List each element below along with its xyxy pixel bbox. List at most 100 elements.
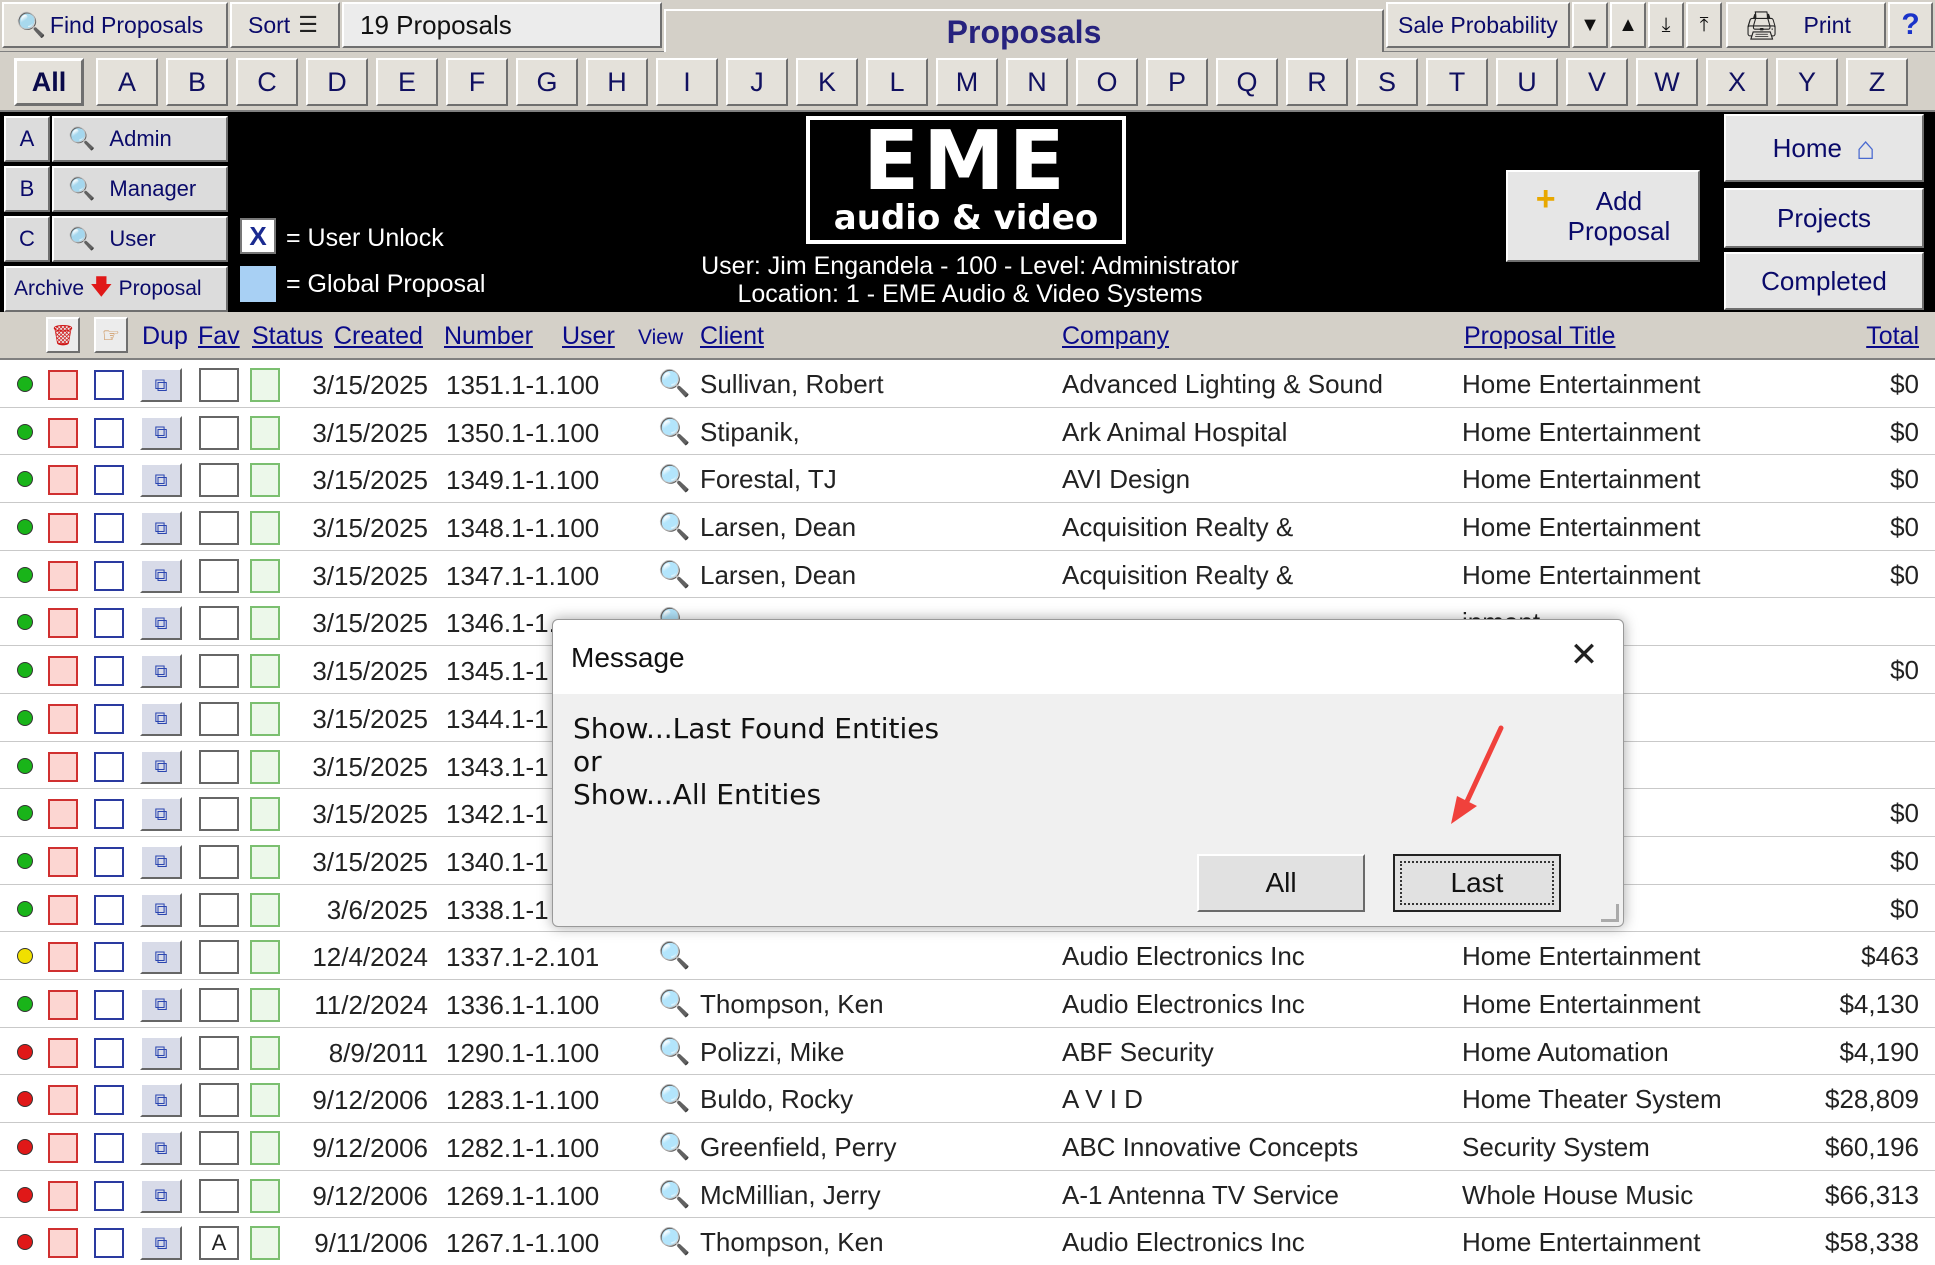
col-number[interactable]: Number [444,322,533,351]
letter-filter-z[interactable]: Z [1846,58,1908,106]
letter-filter-u[interactable]: U [1496,58,1558,106]
view-magnifier-icon[interactable]: 🔍 [658,511,690,542]
select-checkbox[interactable] [94,417,124,448]
favorite-box[interactable] [199,415,239,450]
delete-checkbox[interactable] [48,799,78,830]
favorite-box[interactable] [199,511,239,546]
view-magnifier-icon[interactable]: 🔍 [658,1083,690,1114]
status-box[interactable] [250,1083,280,1118]
sort-desc-button[interactable]: ▼ [1572,2,1608,48]
favorite-box[interactable]: A [199,1226,239,1261]
select-checkbox[interactable] [94,608,124,639]
delete-checkbox[interactable] [48,703,78,734]
duplicate-icon[interactable]: ⧉ [140,987,182,1022]
duplicate-icon[interactable]: ⧉ [140,415,182,450]
favorite-box[interactable] [199,654,239,689]
level-a-button[interactable]: A [4,116,50,162]
sort-asc-button[interactable]: ▲ [1610,2,1646,48]
select-checkbox[interactable] [94,465,124,496]
level-c-button[interactable]: C [4,216,50,262]
user-button[interactable]: 🔍 User [52,216,228,262]
select-checkbox[interactable] [94,560,124,591]
duplicate-icon[interactable]: ⧉ [140,701,182,736]
archive-proposal-button[interactable]: Archive 🡇 Proposal [4,266,228,312]
status-box[interactable] [250,844,280,879]
letter-filter-e[interactable]: E [376,58,438,106]
table-row[interactable]: ⧉ 3/15/2025 1347.1-1.100 🔍 Larsen, Dean Acqui… [0,551,1935,599]
table-row[interactable]: ⧉ 11/2/2024 1336.1-1.100 🔍 Thompson, Ken Audi… [0,980,1935,1028]
favorite-box[interactable] [199,558,239,593]
letter-filter-i[interactable]: I [656,58,718,106]
status-box[interactable] [250,368,280,402]
duplicate-icon[interactable]: ⧉ [140,749,182,784]
select-checkbox[interactable] [94,894,124,925]
status-box[interactable] [250,797,280,832]
delete-checkbox[interactable] [48,942,78,973]
duplicate-icon[interactable]: ⧉ [140,892,182,927]
move-top-button[interactable]: ⤒ [1686,2,1722,48]
select-checkbox[interactable] [94,989,124,1020]
delete-checkbox[interactable] [48,1133,78,1163]
select-checkbox[interactable] [94,1085,124,1116]
letter-filter-c[interactable]: C [236,58,298,106]
select-checkbox[interactable] [94,1037,124,1068]
resize-grip[interactable] [1601,904,1619,922]
favorite-box[interactable] [199,701,239,736]
table-row[interactable]: ⧉ 9/12/2006 1269.1-1.100 🔍 McMillian, Jerry A… [0,1171,1935,1219]
letter-filter-m[interactable]: M [936,58,998,106]
favorite-box[interactable] [199,1178,239,1213]
table-row[interactable]: ⧉ A 9/11/2006 1267.1-1.100 🔍 Thompson, Ken Aud… [0,1218,1935,1265]
table-row[interactable]: ⧉ 3/15/2025 1348.1-1.100 🔍 Larsen, Dean Acqui… [0,503,1935,551]
duplicate-icon[interactable]: ⧉ [140,940,182,975]
col-company[interactable]: Company [1062,322,1169,351]
select-checkbox[interactable] [94,846,124,877]
view-magnifier-icon[interactable]: 🔍 [658,368,690,399]
letter-filter-d[interactable]: D [306,58,368,106]
letter-filter-a[interactable]: A [96,58,158,106]
sort-button[interactable]: Sort ☰ [230,2,340,48]
duplicate-icon[interactable]: ⧉ [140,463,182,498]
select-checkbox[interactable] [94,942,124,973]
completed-button[interactable]: Completed [1724,252,1924,310]
delete-checkbox[interactable] [48,989,78,1020]
find-proposals-button[interactable]: 🔍 Find Proposals [2,2,228,48]
status-box[interactable] [250,1035,280,1070]
status-box[interactable] [250,1178,280,1213]
col-status[interactable]: Status [252,322,323,351]
table-row[interactable]: ⧉ 9/12/2006 1283.1-1.100 🔍 Buldo, Rocky A V I… [0,1075,1935,1123]
delete-checkbox[interactable] [48,656,78,687]
status-box[interactable] [250,606,280,641]
status-box[interactable] [250,511,280,546]
table-row[interactable]: ⧉ 3/15/2025 1351.1-1.100 🔍 Sullivan, Robert A… [0,360,1935,408]
delete-checkbox[interactable] [48,608,78,639]
delete-checkbox[interactable] [48,1228,78,1259]
duplicate-icon[interactable]: ⧉ [140,511,182,546]
select-checkbox[interactable] [94,513,124,544]
level-b-button[interactable]: B [4,166,50,212]
status-box[interactable] [250,558,280,593]
home-button[interactable]: Home ⌂ [1724,114,1924,182]
select-checkbox[interactable] [94,1180,124,1211]
favorite-box[interactable] [199,463,239,498]
manager-button[interactable]: 🔍 Manager [52,166,228,212]
delete-checkbox[interactable] [48,417,78,448]
delete-checkbox[interactable] [48,1085,78,1116]
view-magnifier-icon[interactable]: 🔍 [658,1131,690,1162]
add-proposal-button[interactable]: + Add Proposal [1506,170,1700,262]
duplicate-icon[interactable]: ⧉ [140,558,182,593]
view-magnifier-icon[interactable]: 🔍 [658,1179,690,1210]
move-bottom-button[interactable]: ⤓ [1648,2,1684,48]
favorite-box[interactable] [199,797,239,832]
select-checkbox[interactable] [94,1228,124,1259]
letter-filter-p[interactable]: P [1146,58,1208,106]
delete-checkbox[interactable] [48,846,78,877]
status-box[interactable] [250,1131,280,1165]
view-magnifier-icon[interactable]: 🔍 [658,940,690,971]
col-total[interactable]: Total [1866,322,1919,351]
select-checkbox[interactable] [94,751,124,782]
view-magnifier-icon[interactable]: 🔍 [658,559,690,590]
duplicate-icon[interactable]: ⧉ [140,1131,182,1165]
favorite-box[interactable] [199,940,239,975]
select-checkbox[interactable] [94,656,124,687]
select-checkbox[interactable] [94,799,124,830]
